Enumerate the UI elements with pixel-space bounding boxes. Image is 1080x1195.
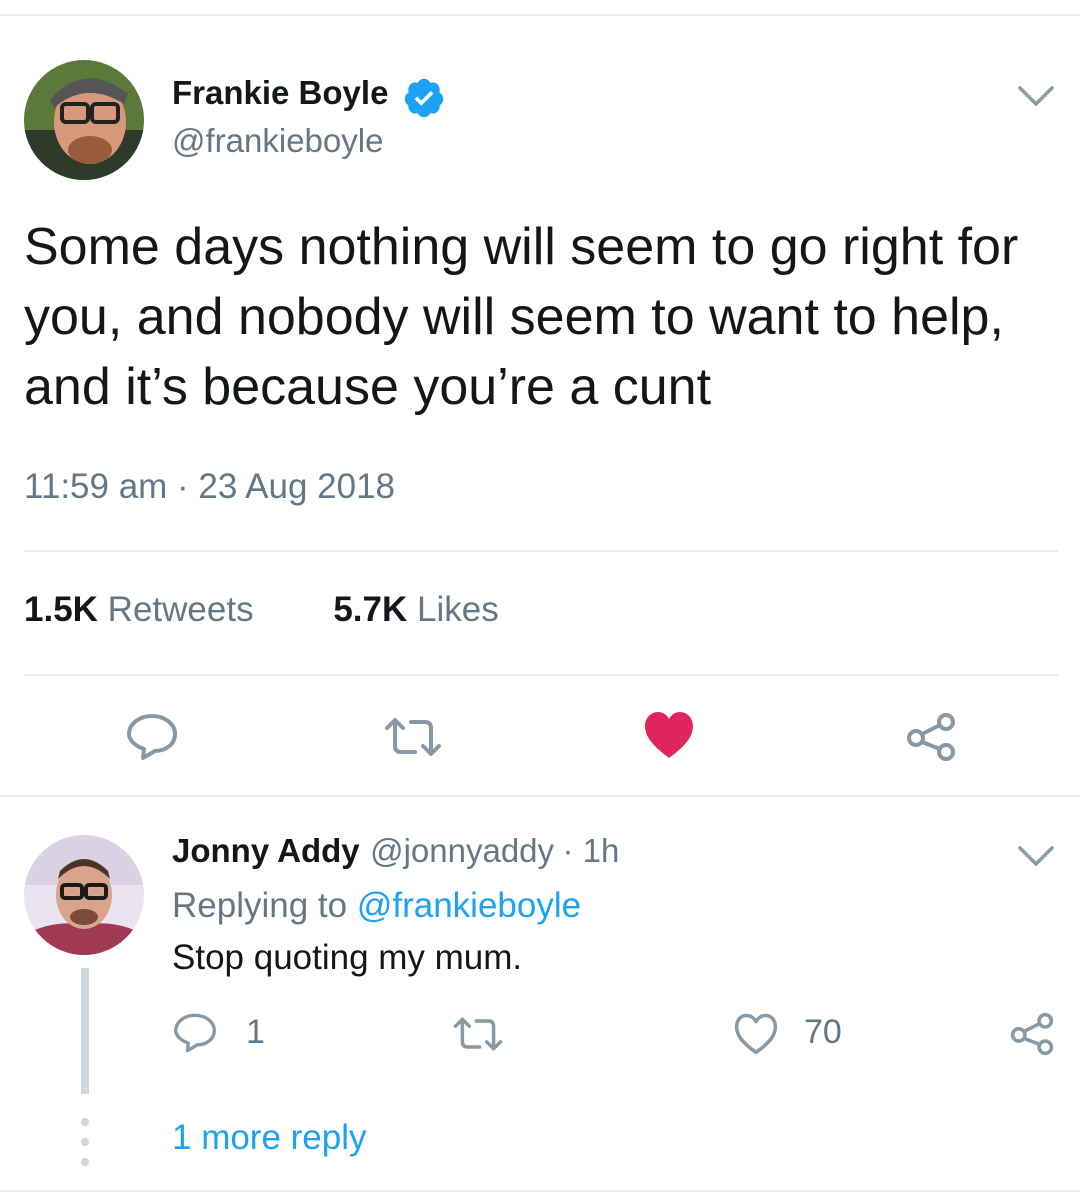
top-divider: [0, 14, 1080, 16]
verified-badge-icon: [402, 76, 446, 120]
likes-stat[interactable]: 5.7K Likes: [333, 590, 498, 629]
reply-icon[interactable]: [125, 712, 179, 762]
retweets-label: Retweets: [107, 590, 254, 629]
replying-to: Replying to @frankieboyle: [172, 886, 581, 926]
tweet-text: Some days nothing will seem to go right …: [24, 218, 1019, 416]
author-name[interactable]: Frankie Boyle: [172, 74, 388, 112]
likes-label: Likes: [416, 590, 499, 629]
retweets-stat[interactable]: 1.5K Retweets: [24, 590, 263, 629]
reply-reply-count: 1: [246, 1013, 265, 1051]
divider: [24, 674, 1058, 676]
reply-author-name[interactable]: Jonny Addy: [172, 832, 360, 869]
retweet-icon[interactable]: [383, 714, 443, 760]
reply-text: Stop quoting my mum.: [172, 938, 523, 977]
replying-to-handle[interactable]: @frankieboyle: [357, 886, 581, 925]
author-avatar[interactable]: [24, 60, 144, 180]
thread-line: [81, 968, 89, 1094]
reply-header: Jonny Addy @jonnyaddy · 1h: [172, 832, 619, 870]
reply-author-handle[interactable]: @jonnyaddy: [370, 832, 554, 869]
reply-author-avatar[interactable]: [24, 835, 144, 955]
reply-like-count: 70: [804, 1013, 842, 1051]
share-icon[interactable]: [904, 712, 958, 762]
likes-count: 5.7K: [333, 590, 408, 629]
thread-dot: [81, 1158, 89, 1166]
replying-to-prefix: Replying to: [172, 886, 348, 925]
divider: [24, 550, 1058, 552]
tweet-timestamp[interactable]: 11:59 am · 23 Aug 2018: [24, 467, 395, 507]
more-replies-link[interactable]: 1 more reply: [172, 1118, 367, 1158]
reply-reply-icon[interactable]: [172, 1012, 218, 1054]
thread-dot: [81, 1118, 89, 1126]
engagement-stats: 1.5K Retweets 5.7K Likes: [24, 590, 499, 630]
heart-icon[interactable]: [643, 710, 695, 760]
reply-heart-icon[interactable]: [733, 1012, 779, 1056]
retweets-count: 1.5K: [24, 590, 98, 629]
author-handle[interactable]: @frankieboyle: [172, 122, 383, 160]
thread-dot: [81, 1138, 89, 1146]
reply-retweet-icon[interactable]: [452, 1014, 504, 1054]
reply-share-icon[interactable]: [1008, 1012, 1056, 1056]
section-divider: [0, 795, 1080, 797]
bottom-divider: [0, 1190, 1080, 1192]
chevron-down-icon[interactable]: [1016, 82, 1056, 112]
reply-time[interactable]: · 1h: [562, 832, 619, 869]
reply-chevron-down-icon[interactable]: [1016, 842, 1056, 872]
